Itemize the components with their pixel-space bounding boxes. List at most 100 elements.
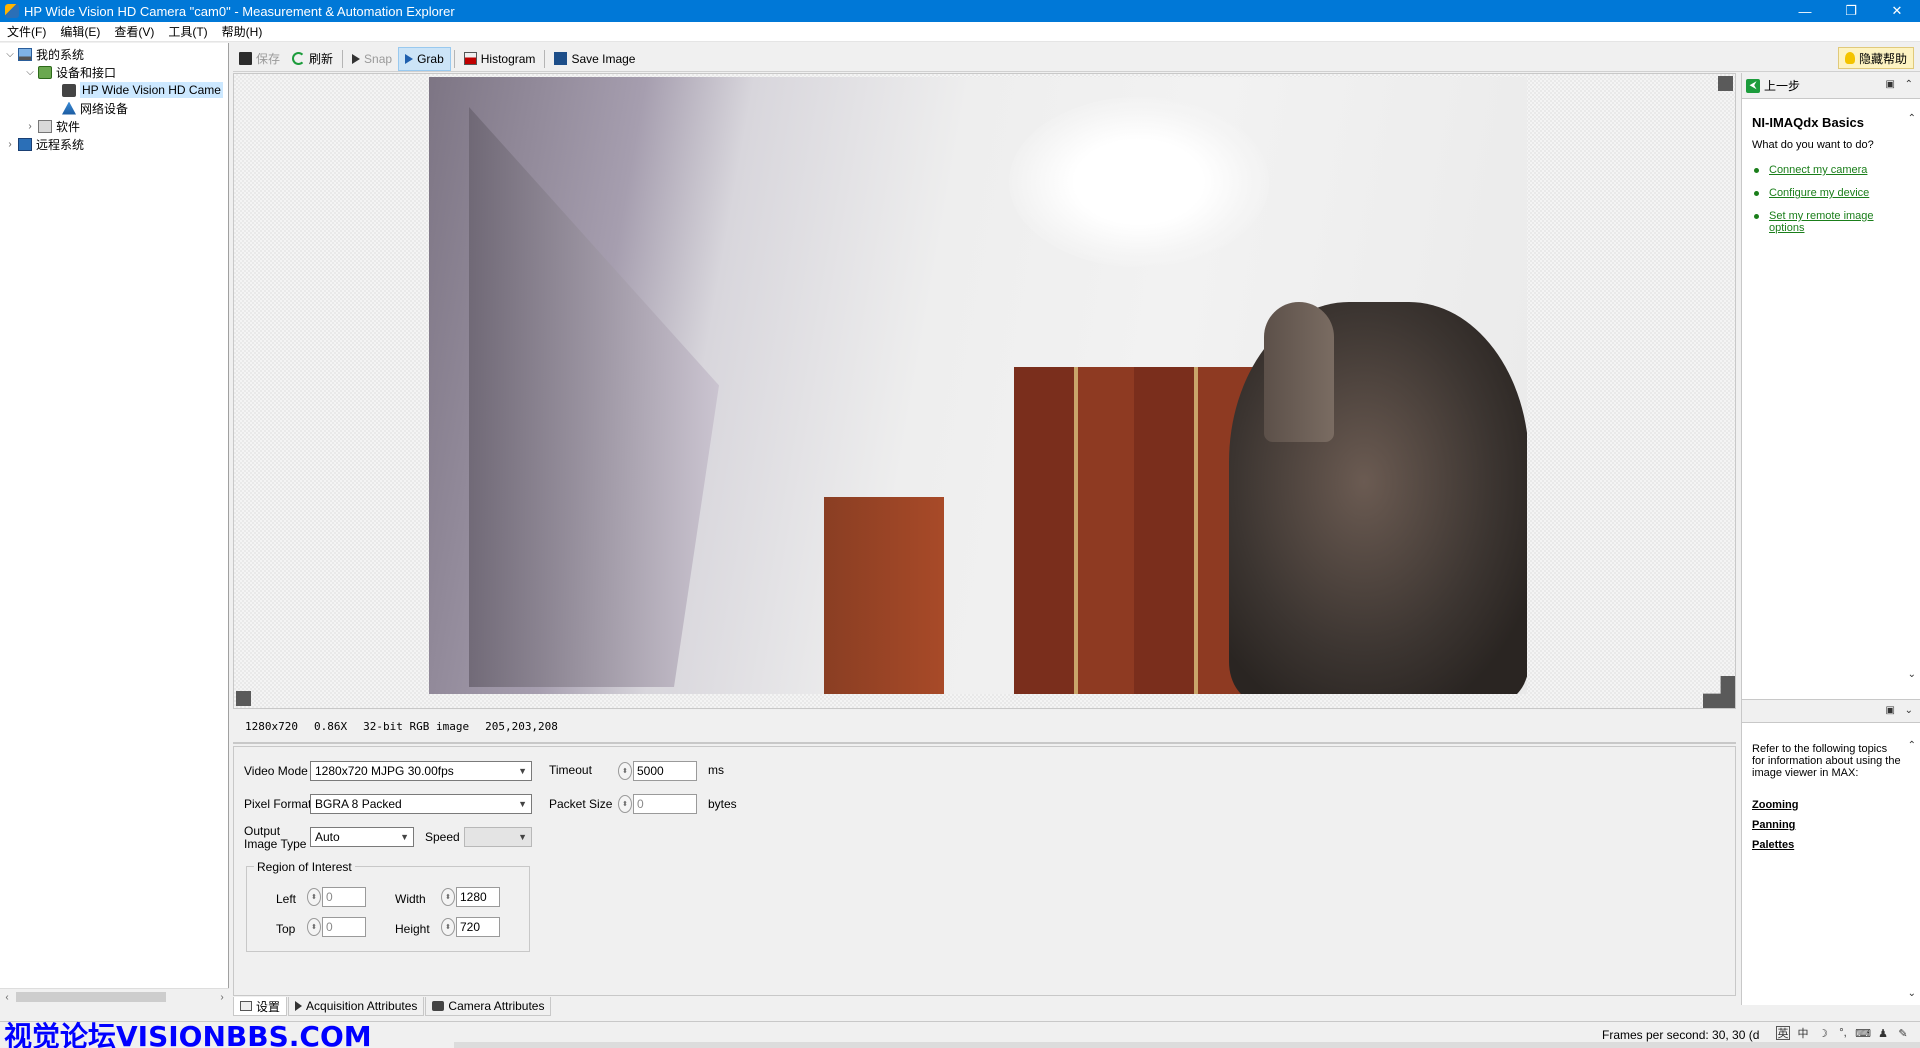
tab-acquisition-attributes[interactable]: Acquisition Attributes [288, 997, 425, 1016]
image-region-poster [469, 107, 719, 687]
pane-float-icon[interactable]: ▣ [1886, 705, 1895, 716]
scroll-up-icon[interactable]: ⌃ [1908, 740, 1916, 751]
pane-float-icon[interactable]: ▣ [1886, 79, 1895, 90]
tree-item-label: HP Wide Vision HD Came [80, 82, 223, 98]
save-image-button[interactable]: Save Image [548, 47, 641, 71]
toolbar-separator [453, 49, 455, 68]
help-link-connect-camera[interactable]: Connect my camera [1769, 164, 1909, 176]
tree-item-my-system[interactable]: ⌵ 我的系统 [4, 45, 84, 63]
minimize-button[interactable]: — [1782, 0, 1828, 22]
roi-height-label: Height [395, 922, 430, 936]
collapse-icon[interactable]: ⌵ [24, 67, 36, 78]
help-heading: NI-IMAQdx Basics [1752, 115, 1864, 130]
image-type: 32-bit RGB image [363, 719, 470, 733]
stepper-icon[interactable]: ⬍ [618, 762, 632, 780]
tree-horizontal-scrollbar[interactable]: ‹ › [0, 988, 229, 1005]
pixel-format-select[interactable]: BGRA 8 Packed ▼ [310, 794, 532, 814]
scroll-up-icon[interactable]: ⌃ [1908, 113, 1916, 124]
hide-help-label: 隐藏帮助 [1858, 51, 1907, 66]
help-link-configure-device[interactable]: Configure my device [1769, 187, 1909, 199]
grab-button[interactable]: Grab [398, 46, 451, 71]
roi-left-field[interactable]: 0 [322, 887, 366, 907]
image-viewer[interactable] [233, 73, 1736, 709]
menu-edit[interactable]: 编辑(E) [53, 23, 107, 40]
menu-view[interactable]: 查看(V) [107, 23, 161, 40]
histogram-label: Histogram [480, 51, 536, 66]
packet-size-field[interactable]: 0 [633, 794, 697, 814]
back-arrow-icon[interactable]: ⮜ [1746, 78, 1760, 93]
roi-width-input[interactable]: ⬍ 1280 [441, 887, 500, 907]
menu-help[interactable]: 帮助(H) [215, 23, 270, 40]
tree-item-label: 远程系统 [36, 137, 85, 152]
chevron-down-icon[interactable]: ⌄ [1905, 705, 1913, 716]
tree-item-label: 设备和接口 [56, 65, 117, 80]
roi-width-field[interactable]: 1280 [456, 887, 500, 907]
camera-live-image[interactable] [429, 77, 1527, 694]
chevron-up-icon[interactable]: ⌃ [1905, 79, 1913, 90]
computer-icon [18, 47, 32, 61]
moon-icon[interactable]: ☽ [1816, 1026, 1830, 1040]
snap-button[interactable]: Snap [346, 47, 398, 71]
speed-select[interactable]: ▼ [464, 827, 532, 847]
keyboard-icon[interactable]: ⌨ [1855, 1026, 1871, 1040]
menu-tools[interactable]: 工具(T) [161, 23, 214, 40]
close-button[interactable]: ✕ [1874, 0, 1920, 22]
ime-english-icon[interactable]: 英 [1776, 1026, 1790, 1040]
stepper-icon[interactable]: ⬍ [618, 795, 632, 813]
tree-item-remote-systems[interactable]: › 远程系统 [4, 135, 84, 153]
packet-size-input[interactable]: ⬍ 0 [618, 794, 697, 814]
hide-help-button[interactable]: 隐藏帮助 [1837, 47, 1914, 69]
expand-icon[interactable]: › [4, 139, 16, 150]
wrench-icon[interactable]: ✎ [1896, 1026, 1910, 1040]
restore-button[interactable]: ❐ [1828, 0, 1874, 22]
ime-chinese-icon[interactable]: 中 [1796, 1026, 1810, 1040]
image-resolution: 1280x720 [245, 719, 298, 733]
punctuation-icon[interactable]: °, [1836, 1026, 1850, 1040]
stepper-icon[interactable]: ⬍ [441, 918, 455, 936]
expand-icon[interactable]: › [24, 121, 36, 132]
roi-left-label: Left [276, 892, 297, 906]
save-button[interactable]: 保存 [233, 47, 286, 71]
video-mode-select[interactable]: 1280x720 MJPG 30.00fps ▼ [310, 761, 532, 781]
image-region-thumb [1264, 302, 1334, 442]
tab-camera-attributes[interactable]: Camera Attributes [425, 997, 552, 1016]
output-image-type-select[interactable]: Auto ▼ [310, 827, 414, 847]
viewer-scroll-corner [1703, 676, 1735, 708]
window-title: HP Wide Vision HD Camera "cam0" - Measur… [24, 3, 455, 19]
scroll-down-icon[interactable]: ⌄ [1908, 669, 1916, 680]
help-topic-palettes[interactable]: Palettes [1752, 839, 1794, 851]
histogram-button[interactable]: Histogram [458, 47, 542, 71]
tab-settings[interactable]: 设置 [233, 997, 288, 1016]
vertical-scroll-marker[interactable] [1718, 76, 1733, 91]
roi-height-field[interactable]: 720 [456, 917, 500, 937]
menu-file[interactable]: 文件(F) [0, 23, 53, 40]
roi-height-input[interactable]: ⬍ 720 [441, 917, 500, 937]
roi-top-field[interactable]: 0 [322, 917, 366, 937]
snap-label: Snap [364, 51, 393, 66]
stepper-icon[interactable]: ⬍ [441, 888, 455, 906]
roi-left-input[interactable]: ⬍ 0 [307, 887, 366, 907]
horizontal-scroll-marker[interactable] [236, 691, 251, 706]
tree-item-devices-interfaces[interactable]: ⌵ 设备和接口 [24, 63, 116, 81]
help-back-button[interactable]: 上一步 [1764, 77, 1800, 94]
scroll-right-icon[interactable]: › [215, 989, 229, 1006]
tree-item-network-devices[interactable]: 网络设备 [48, 99, 128, 117]
scrollbar-thumb[interactable] [16, 992, 166, 1002]
roi-top-input[interactable]: ⬍ 0 [307, 917, 366, 937]
timeout-input[interactable]: ⬍ 5000 [618, 761, 697, 781]
help-topic-panning[interactable]: Panning [1752, 819, 1795, 831]
tree-item-hp-camera[interactable]: HP Wide Vision HD Came [48, 81, 223, 99]
scroll-down-icon[interactable]: ⌄ [1908, 988, 1916, 999]
collapse-icon[interactable]: ⌵ [4, 49, 16, 60]
tree-item-software[interactable]: › 软件 [24, 117, 80, 135]
settings-tab-icon [240, 1001, 252, 1011]
refresh-button[interactable]: 刷新 [286, 47, 339, 71]
stepper-icon[interactable]: ⬍ [307, 918, 321, 936]
help-topic-zooming[interactable]: Zooming [1752, 799, 1798, 811]
video-mode-value: 1280x720 MJPG 30.00fps [315, 764, 454, 778]
timeout-field[interactable]: 5000 [633, 761, 697, 781]
stepper-icon[interactable]: ⬍ [307, 888, 321, 906]
user-icon[interactable]: ♟ [1876, 1026, 1890, 1040]
help-link-remote-image-options[interactable]: Set my remote image options [1769, 210, 1909, 234]
scroll-left-icon[interactable]: ‹ [0, 989, 14, 1006]
